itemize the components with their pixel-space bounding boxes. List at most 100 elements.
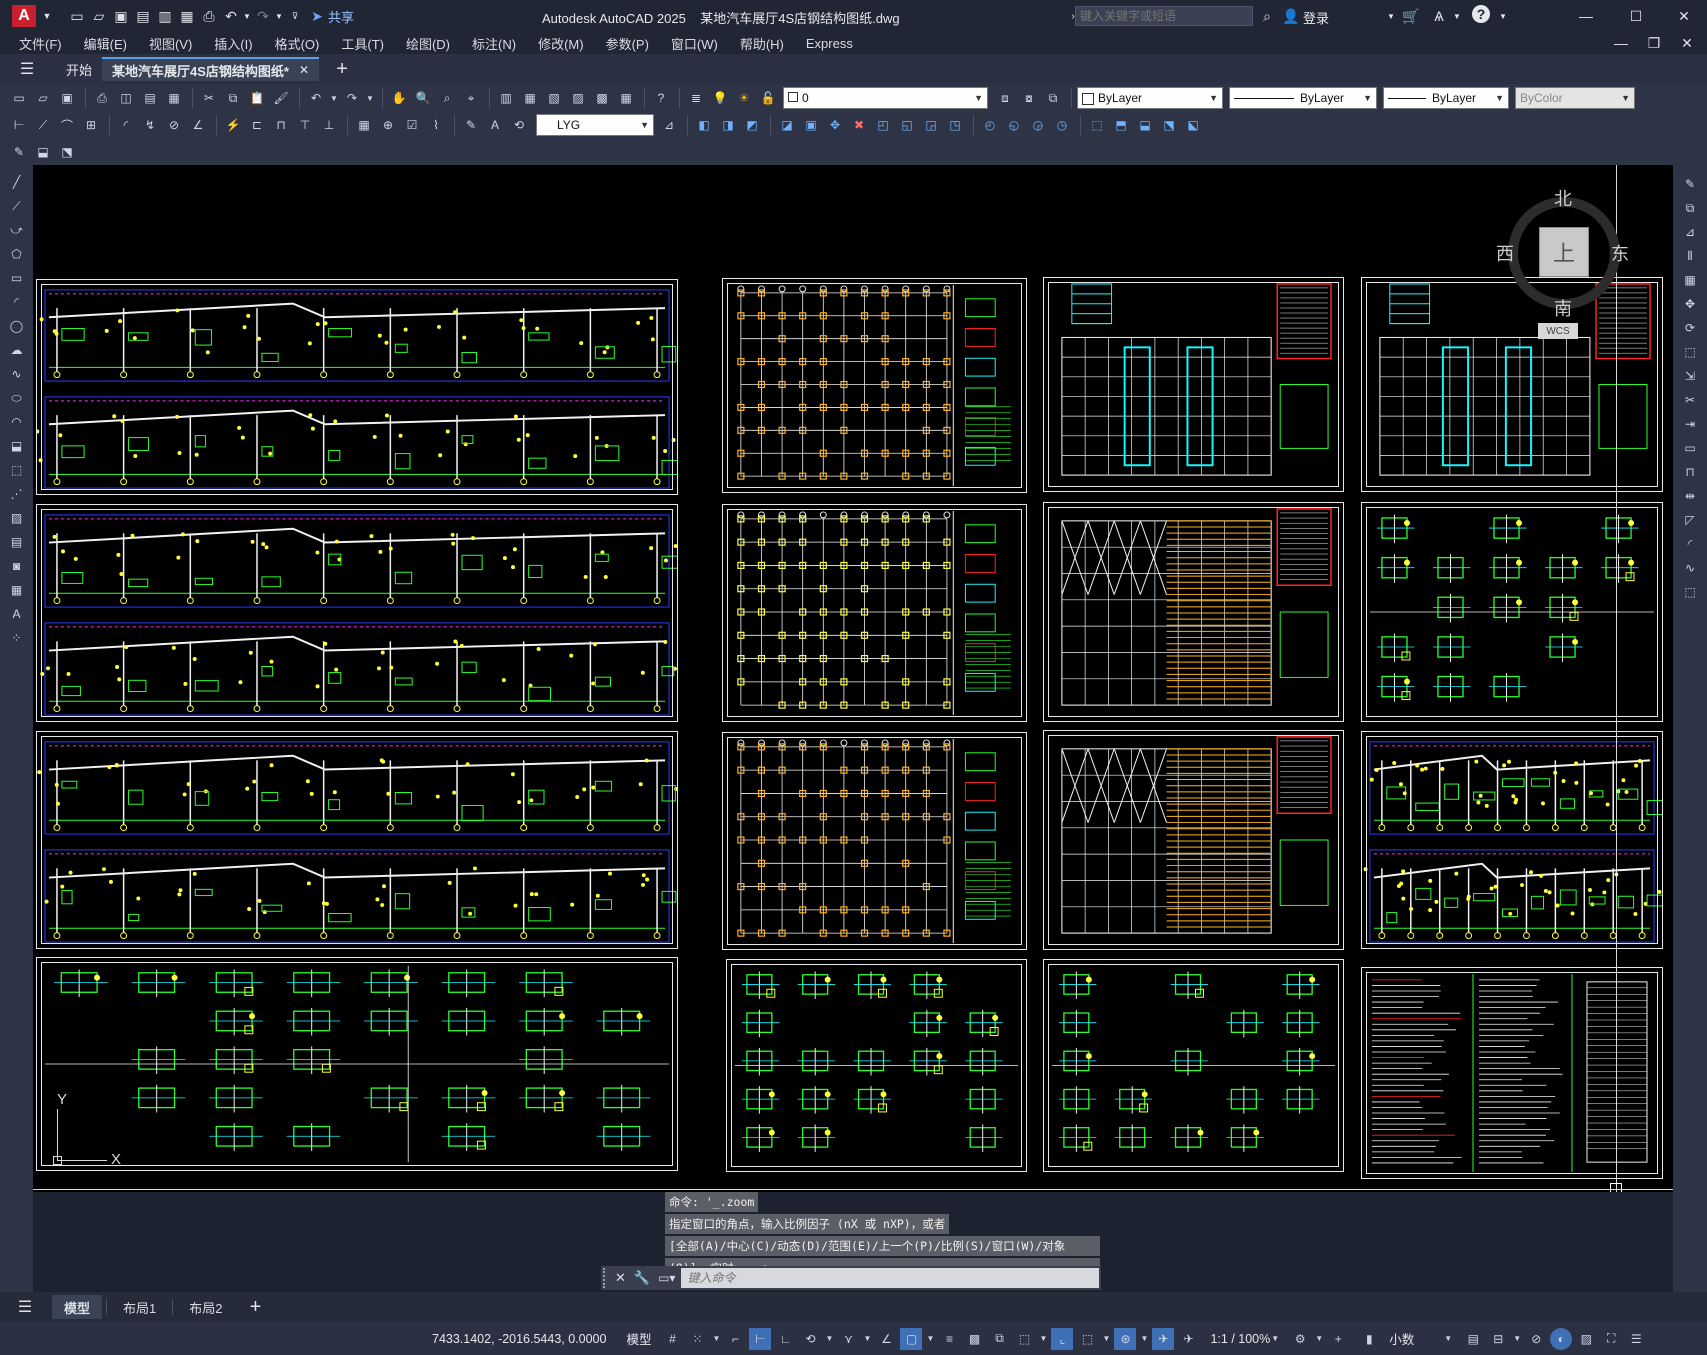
- stretch-icon[interactable]: ⇲: [1679, 365, 1701, 387]
- preview-icon[interactable]: ◫: [115, 87, 137, 109]
- modify-blend-icon[interactable]: ⬓: [1134, 114, 1156, 136]
- xline-icon[interactable]: ⟋: [6, 195, 28, 217]
- dim-update-icon[interactable]: ⟲: [508, 114, 530, 136]
- quick-properties-icon[interactable]: ▤: [1462, 1328, 1484, 1350]
- ortho-icon[interactable]: ∟: [774, 1328, 796, 1350]
- dimstyle-select[interactable]: LYG ▼: [536, 114, 654, 136]
- tab-close-icon[interactable]: ✕: [299, 63, 309, 77]
- tab-active-drawing[interactable]: 某地汽车展厅4S店钢结构图纸* ✕: [102, 57, 320, 81]
- layer-properties-icon[interactable]: ≣: [685, 87, 707, 109]
- modify-chamfer-icon[interactable]: ◶: [1027, 114, 1049, 136]
- menu-edit[interactable]: 编辑(E): [73, 34, 138, 53]
- search-icon[interactable]: ⌕: [1256, 5, 1278, 27]
- chamfer-icon[interactable]: ◸: [1679, 509, 1701, 531]
- attribute-manager-icon[interactable]: ⬔: [56, 141, 78, 163]
- help-icon[interactable]: ?: [1472, 5, 1490, 23]
- modify-array-icon[interactable]: ▣: [800, 114, 822, 136]
- annotation-scale-dropdown-icon[interactable]: ▼: [1270, 1328, 1280, 1350]
- selection-filter-dropdown-icon[interactable]: ▼: [1101, 1328, 1111, 1350]
- modify-scale-icon[interactable]: ◰: [872, 114, 894, 136]
- wcs-menu[interactable]: WCS: [1538, 323, 1578, 339]
- share-icon[interactable]: ➤: [306, 5, 328, 27]
- object-snap-icon[interactable]: ▢: [900, 1327, 923, 1350]
- point-icon[interactable]: ⋰: [6, 483, 28, 505]
- viewcube-north[interactable]: 北: [1554, 185, 1572, 211]
- modify-align-icon[interactable]: ⬔: [1158, 114, 1180, 136]
- hamburger-menu-icon[interactable]: ☰: [16, 58, 38, 80]
- dim-baseline-icon[interactable]: ⊏: [246, 114, 268, 136]
- jogged-linear-icon[interactable]: ⌇: [425, 114, 447, 136]
- center-mark-icon[interactable]: ⊕: [377, 114, 399, 136]
- help-dropdown-icon[interactable]: ▼: [1492, 5, 1514, 27]
- rectangle-icon[interactable]: ▭: [6, 267, 28, 289]
- modify-trim-icon[interactable]: ◲: [920, 114, 942, 136]
- insert-block-icon[interactable]: ⬓: [32, 141, 54, 163]
- pan-icon[interactable]: ✋: [388, 87, 410, 109]
- erase-icon[interactable]: ✎: [1679, 173, 1701, 195]
- app-menu-chevron-icon[interactable]: ▼: [36, 5, 58, 27]
- login-dropdown-icon[interactable]: ▼: [1380, 5, 1402, 27]
- modify-pedit-icon[interactable]: ⬒: [1110, 114, 1132, 136]
- mtext-icon[interactable]: A: [6, 603, 28, 625]
- trim-icon[interactable]: ✂: [1679, 389, 1701, 411]
- lineweight-toggle-icon[interactable]: ≡: [938, 1328, 960, 1350]
- add-selected-icon[interactable]: ⁘: [6, 627, 28, 649]
- layer-select[interactable]: 0 ▼: [783, 87, 988, 109]
- command-close-icon[interactable]: ✕: [615, 1270, 626, 1286]
- fillet-icon[interactable]: ◜: [1679, 533, 1701, 555]
- rotate-icon[interactable]: ⟳: [1679, 317, 1701, 339]
- snap-dropdown-icon[interactable]: ▼: [711, 1328, 721, 1350]
- redo-icon[interactable]: ↷: [252, 5, 274, 27]
- tolerance-icon[interactable]: ▦: [353, 114, 375, 136]
- dim-angular-icon[interactable]: ∠: [187, 114, 209, 136]
- inspect-icon[interactable]: ☑: [401, 114, 423, 136]
- doc-restore-icon[interactable]: ❐: [1643, 32, 1665, 54]
- table-icon[interactable]: ▦: [6, 579, 28, 601]
- gizmo-icon[interactable]: ⊛: [1114, 1327, 1137, 1350]
- redo-tool-icon[interactable]: ↷: [341, 87, 363, 109]
- web-save-icon[interactable]: ▦: [176, 5, 198, 27]
- properties-icon[interactable]: ▥: [495, 87, 517, 109]
- undo-tool-icon[interactable]: ↶: [305, 87, 327, 109]
- login-button[interactable]: 登录: [1303, 8, 1329, 27]
- menu-tools[interactable]: 工具(T): [330, 34, 395, 53]
- region-icon[interactable]: ◙: [6, 555, 28, 577]
- 3d-osnap-icon[interactable]: ⬚: [1013, 1328, 1035, 1350]
- selection-filter-icon[interactable]: ⬚: [1076, 1328, 1098, 1350]
- command-customize-icon[interactable]: 🔧: [634, 1270, 650, 1286]
- viewcube-south[interactable]: 南: [1554, 295, 1572, 321]
- web-open-icon[interactable]: ▥: [154, 5, 176, 27]
- modify-offset-icon[interactable]: ◪: [776, 114, 798, 136]
- gizmo-dropdown-icon[interactable]: ▼: [1139, 1328, 1149, 1350]
- zoom-previous-icon[interactable]: ⌖: [460, 87, 482, 109]
- units-dropdown-icon[interactable]: ▼: [1443, 1328, 1453, 1350]
- tab-start[interactable]: 开始: [56, 57, 102, 81]
- gradient-icon[interactable]: ▤: [6, 531, 28, 553]
- dim-jogged-icon[interactable]: ↯: [139, 114, 161, 136]
- modify-move-icon[interactable]: ✥: [824, 114, 846, 136]
- command-recent-icon[interactable]: ▭▾: [658, 1271, 675, 1285]
- polyline-icon[interactable]: ⤻: [6, 219, 28, 241]
- open-icon[interactable]: ▱: [88, 5, 110, 27]
- dim-continue-icon[interactable]: ⊓: [270, 114, 292, 136]
- redo-dropdown-icon[interactable]: ▼: [274, 5, 284, 27]
- line-icon[interactable]: ╱: [6, 171, 28, 193]
- menu-express[interactable]: Express: [795, 36, 864, 51]
- viewcube-east[interactable]: 东: [1611, 240, 1629, 266]
- zoom-window-icon[interactable]: ⌕: [436, 87, 458, 109]
- copy-object-icon[interactable]: ⧉: [1679, 197, 1701, 219]
- transparency-icon[interactable]: ▩: [963, 1328, 985, 1350]
- modify-break-icon[interactable]: ◴: [979, 114, 1001, 136]
- menu-insert[interactable]: 插入(I): [203, 34, 263, 53]
- help-tool-icon[interactable]: ?: [650, 87, 672, 109]
- modify-explode-icon[interactable]: ⬚: [1086, 114, 1108, 136]
- markup-icon[interactable]: ▩: [591, 87, 613, 109]
- selection-cycling-icon[interactable]: ⧉: [988, 1328, 1010, 1350]
- copy-icon[interactable]: ⧉: [222, 87, 244, 109]
- layer-previous-icon[interactable]: ⧇: [1018, 87, 1040, 109]
- modify-erase-icon[interactable]: ◧: [693, 114, 715, 136]
- explode-icon[interactable]: ⬚: [1679, 581, 1701, 603]
- layer-on-bulb-icon[interactable]: 💡: [709, 87, 731, 109]
- dimstyle-manager-icon[interactable]: ⊿: [658, 114, 680, 136]
- 3d-osnap-dropdown-icon[interactable]: ▼: [1038, 1328, 1048, 1350]
